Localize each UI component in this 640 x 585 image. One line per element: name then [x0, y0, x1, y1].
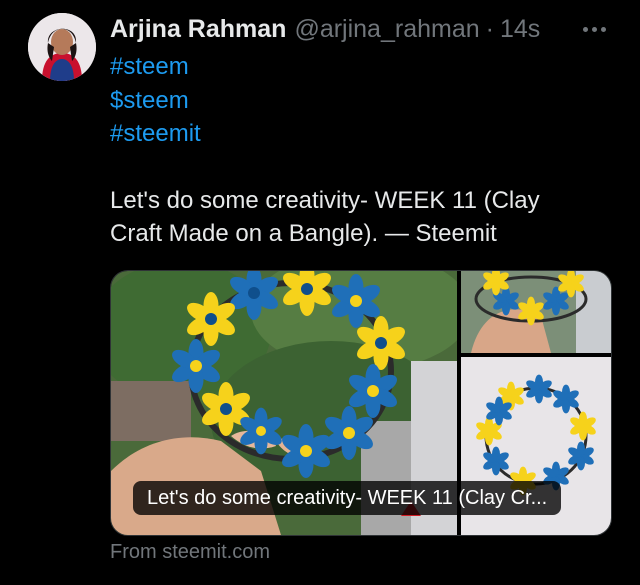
author-handle[interactable]: @arjina_rahman — [294, 15, 479, 44]
card-source[interactable]: From steemit.com — [110, 541, 270, 564]
author-avatar[interactable] — [28, 13, 96, 81]
separator-dot: · — [485, 14, 494, 43]
more-options-icon[interactable] — [578, 16, 610, 42]
link-preview-card[interactable]: Let's do some creativity- WEEK 11 (Clay … — [110, 270, 612, 536]
author-name[interactable]: Arjina Rahman — [110, 15, 286, 44]
hashtag-steemit[interactable]: #steemit — [110, 117, 201, 151]
hashtag-steem[interactable]: #steem — [110, 50, 201, 84]
tweet-header: Arjina Rahman @arjina_rahman · 14s — [110, 12, 610, 46]
tweet-text: Let's do some creativity- WEEK 11 (Clay … — [110, 187, 540, 247]
card-caption: Let's do some creativity- WEEK 11 (Clay … — [133, 481, 562, 515]
hashtag-list: #steem $steem #steemit — [110, 50, 201, 151]
tweet-timestamp[interactable]: 14s — [500, 15, 540, 44]
cashtag-steem[interactable]: $steem — [110, 84, 201, 118]
